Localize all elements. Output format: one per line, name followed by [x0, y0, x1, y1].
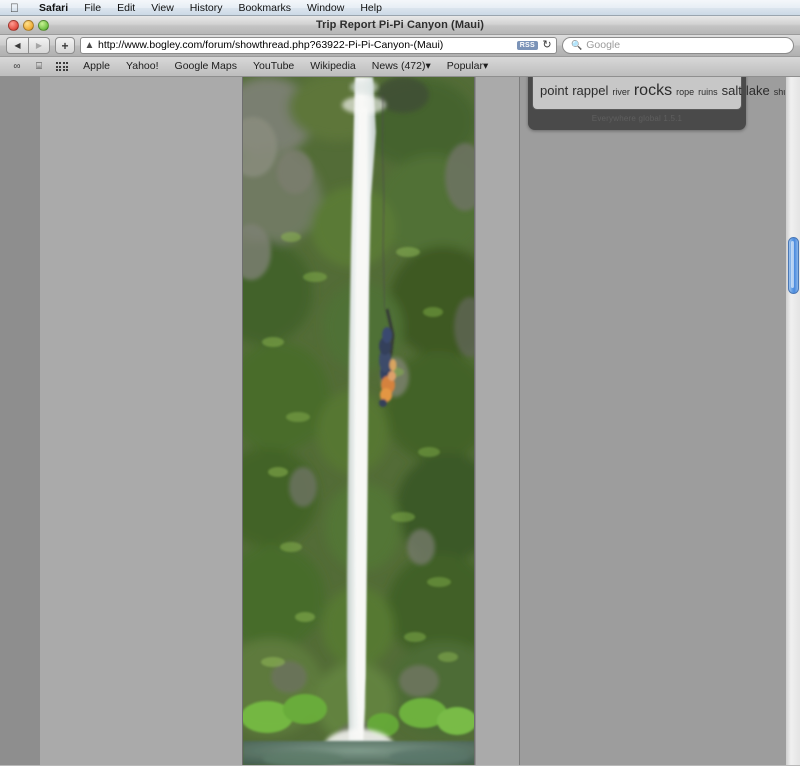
bookmark-youtube[interactable]: YouTube	[246, 57, 301, 76]
page-content: pointrappelriverrocksroperuinssaltlakesh…	[0, 77, 800, 765]
bookmark-apple[interactable]: Apple	[76, 57, 117, 76]
bookmark-yahoo[interactable]: Yahoo!	[119, 57, 166, 76]
address-bar[interactable]: ▲ http://www.bogley.com/forum/showthread…	[80, 37, 557, 54]
tag-cloud-widget: pointrappelriverrocksroperuinssaltlakesh…	[528, 77, 800, 131]
menu-item-file[interactable]: File	[76, 0, 109, 16]
bookmark-google-maps[interactable]: Google Maps	[168, 57, 244, 76]
tag-cloud-footer: Everywhere global 1.5.1	[591, 113, 683, 123]
apple-logo-icon[interactable]: 	[8, 1, 21, 14]
top-sites-grid-icon[interactable]	[56, 62, 69, 71]
page-outer-margin-left	[0, 77, 40, 765]
menu-item-view[interactable]: View	[143, 0, 182, 16]
search-field[interactable]: 🔍 Google	[562, 37, 794, 54]
reload-icon[interactable]: ↻	[541, 40, 553, 51]
page-column-left	[40, 77, 243, 765]
navigation-buttons: ◀ ▶	[6, 37, 50, 54]
rss-button[interactable]: RSS	[516, 41, 538, 50]
page-sidebar-right: pointrappelriverrocksroperuinssaltlakesh…	[520, 77, 800, 765]
tag-river[interactable]: river	[612, 87, 630, 97]
site-lock-icon: ▲	[84, 39, 95, 51]
window-controls	[8, 20, 49, 31]
menu-item-help[interactable]: Help	[352, 0, 390, 16]
tag-ruins[interactable]: ruins	[698, 87, 718, 97]
window-title-bar[interactable]: Trip Report Pi-Pi Canyon (Maui)	[0, 16, 800, 35]
bookmark-wikipedia[interactable]: Wikipedia	[303, 57, 363, 76]
bookmark-news-label: News (472)	[371, 60, 426, 72]
tag-rope[interactable]: rope	[676, 87, 694, 97]
zoom-button[interactable]	[38, 20, 49, 31]
add-bookmark-button[interactable]: +	[55, 37, 75, 54]
book-icon[interactable]: ⌸	[30, 61, 48, 72]
minimize-button[interactable]	[23, 20, 34, 31]
tag-lake[interactable]: lake	[746, 83, 770, 98]
address-bar-url: http://www.bogley.com/forum/showthread.p…	[98, 39, 444, 51]
bookmark-popular-label: Popular	[446, 60, 483, 72]
menu-item-history[interactable]: History	[182, 0, 231, 16]
tag-cloud-list: pointrappelriverrocksroperuinssaltlakesh…	[532, 77, 800, 111]
vertical-scrollbar-thumb[interactable]	[788, 237, 799, 294]
bookmark-popular[interactable]: Popular▾	[440, 57, 495, 76]
search-placeholder: Google	[586, 39, 621, 51]
tag-point[interactable]: point	[540, 83, 568, 98]
tag-rappel[interactable]: rappel	[572, 83, 608, 98]
menu-item-edit[interactable]: Edit	[109, 0, 143, 16]
page-column-gutter	[476, 77, 520, 765]
back-button[interactable]: ◀	[6, 37, 28, 54]
vertical-scrollbar[interactable]	[785, 77, 800, 765]
tag-rocks[interactable]: rocks	[634, 82, 672, 99]
show-all-bookmarks-icon[interactable]: ∞	[8, 61, 26, 72]
mac-menu-bar:  Safari File Edit View History Bookmark…	[0, 0, 800, 16]
chevron-down-icon: ▾	[482, 60, 489, 72]
chevron-down-icon: ▾	[425, 60, 431, 72]
search-icon: 🔍	[571, 40, 583, 50]
menu-item-bookmarks[interactable]: Bookmarks	[230, 0, 299, 16]
close-button[interactable]	[8, 20, 19, 31]
forward-button[interactable]: ▶	[28, 37, 50, 54]
window-title: Trip Report Pi-Pi Canyon (Maui)	[315, 19, 485, 31]
bookmarks-bar: ∞ ⌸ Apple Yahoo! Google Maps YouTube Wik…	[0, 57, 800, 77]
safari-window: Trip Report Pi-Pi Canyon (Maui) ◀ ▶ + ▲ …	[0, 16, 800, 766]
browser-toolbar: ◀ ▶ + ▲ http://www.bogley.com/forum/show…	[0, 35, 800, 57]
menu-item-safari[interactable]: Safari	[31, 0, 76, 16]
menu-item-window[interactable]: Window	[299, 0, 352, 16]
bookmark-news[interactable]: News (472)▾	[365, 57, 438, 76]
waterfall-photo-image	[243, 77, 474, 765]
waterfall-photo	[243, 77, 475, 765]
tag-salt[interactable]: salt	[722, 83, 742, 98]
